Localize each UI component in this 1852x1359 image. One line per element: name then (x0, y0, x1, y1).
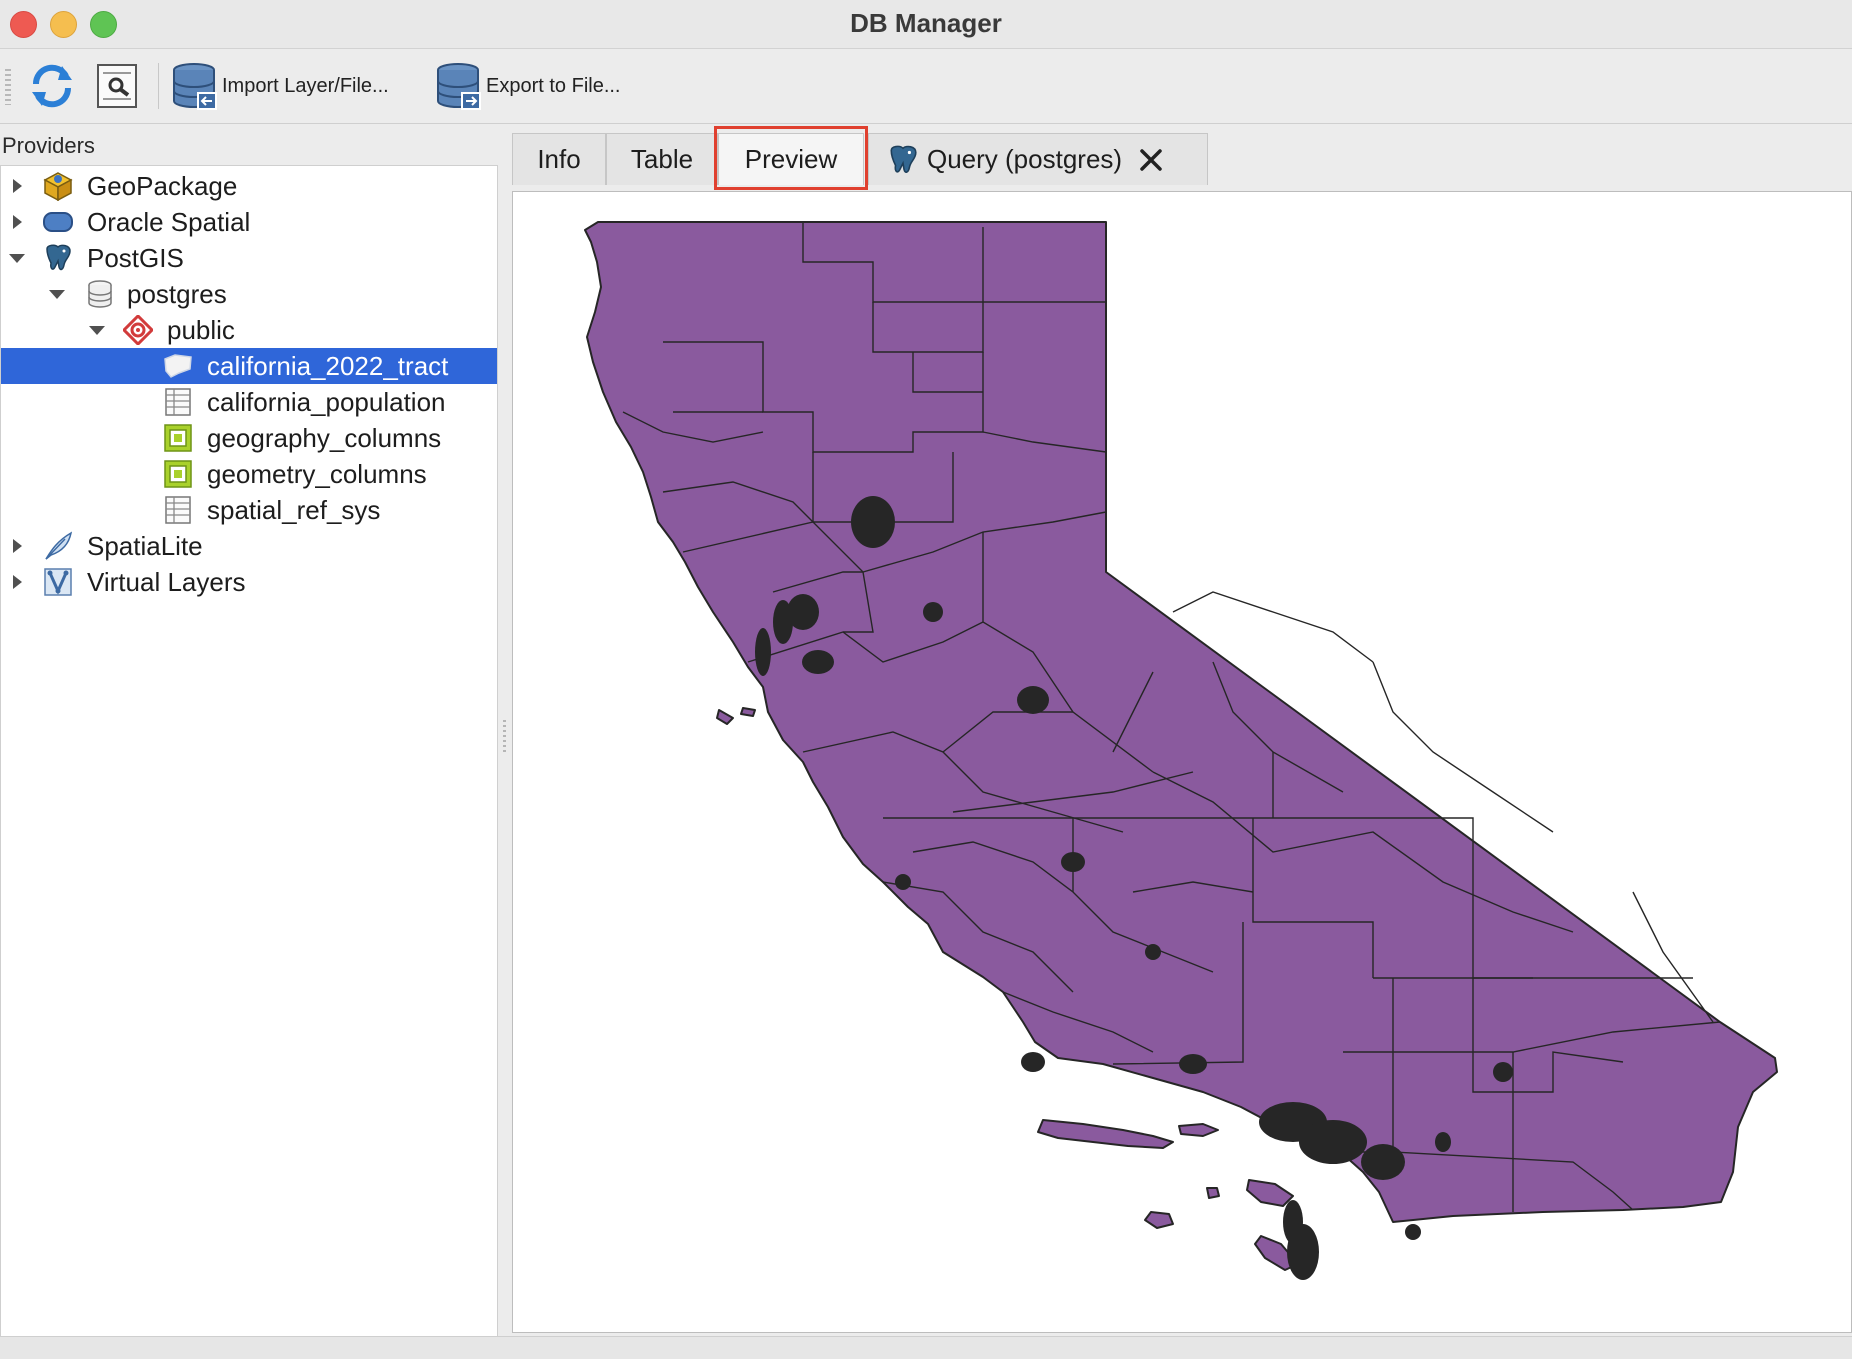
tree-item-label: Virtual Layers (87, 567, 246, 597)
tree-item-label: california_population (207, 387, 446, 417)
tab-info[interactable]: Info (512, 133, 606, 185)
table-icon (165, 388, 191, 416)
table-icon (165, 496, 191, 524)
sql-window-button[interactable] (96, 61, 138, 111)
export-database-icon (437, 63, 481, 110)
window-title: DB Manager (850, 8, 1002, 38)
refresh-button[interactable] (28, 61, 76, 111)
tab-query-postgres[interactable]: Query (postgres) (868, 133, 1208, 185)
tree-item-label: geography_columns (207, 423, 442, 453)
spatialite-feather-icon (45, 531, 73, 560)
database-icon (88, 280, 112, 308)
tree-item-postgres[interactable]: postgres (1, 276, 497, 312)
virtual-layer-icon (44, 568, 72, 596)
tree-item-label: spatial_ref_sys (207, 495, 381, 525)
tree-item-label: GeoPackage (87, 171, 238, 201)
providers-heading: Providers (2, 133, 95, 158)
preview-tab-highlight (714, 126, 868, 190)
tab-table[interactable]: Table (606, 133, 718, 185)
import-layer-label: Import Layer/File... (222, 74, 389, 97)
sql-window-icon (97, 64, 137, 108)
oracle-icon (43, 212, 73, 232)
refresh-icon (32, 64, 72, 108)
tree-item-public-schema[interactable]: public (1, 312, 497, 348)
tree-item-virtual-layers[interactable]: Virtual Layers (1, 564, 497, 600)
expand-arrow-icon[interactable] (13, 215, 22, 229)
toolbar: Import Layer/File... Export to File... (0, 49, 1852, 124)
export-to-file-label: Export to File... (486, 74, 621, 97)
import-layer-button[interactable]: Import Layer/File... (172, 61, 389, 111)
polygon-layer-icon (164, 354, 192, 378)
view-icon (164, 460, 192, 488)
collapse-arrow-icon[interactable] (89, 326, 105, 335)
status-bar (0, 1336, 1852, 1359)
california-tract-map (584, 221, 1778, 1280)
import-database-icon (173, 63, 217, 110)
tree-item-geopackage[interactable]: GeoPackage (1, 168, 497, 204)
panel-splitter[interactable] (503, 720, 506, 754)
tab-label: Table (630, 144, 694, 174)
export-to-file-button[interactable]: Export to File... (436, 61, 621, 111)
providers-tree[interactable]: GeoPackage Oracle Spatial PostGIS postgr… (0, 165, 498, 1339)
tab-label: Info (537, 144, 581, 174)
collapse-arrow-icon[interactable] (9, 254, 25, 263)
collapse-arrow-icon[interactable] (49, 290, 65, 299)
toolbar-grip[interactable] (5, 69, 11, 105)
tree-item-postgis[interactable]: PostGIS (1, 240, 497, 276)
tree-item-geometry-columns[interactable]: geometry_columns (1, 456, 497, 492)
tree-item-spatial-ref-sys[interactable]: spatial_ref_sys (1, 492, 497, 528)
schema-icon (123, 315, 153, 345)
tree-item-label: SpatiaLite (87, 531, 203, 561)
tree-item-geography-columns[interactable]: geography_columns (1, 420, 497, 456)
preview-map-canvas[interactable] (512, 191, 1852, 1333)
tree-item-label: postgres (127, 279, 227, 309)
close-tab-icon[interactable] (1138, 147, 1164, 173)
expand-arrow-icon[interactable] (13, 539, 22, 553)
tree-item-label: Oracle Spatial (87, 207, 251, 237)
tree-item-oracle-spatial[interactable]: Oracle Spatial (1, 204, 497, 240)
title-bar: DB Manager (0, 0, 1852, 49)
tab-label: Query (postgres) (927, 144, 1123, 174)
geopackage-icon (43, 172, 73, 201)
tree-item-california-population[interactable]: california_population (1, 384, 497, 420)
tree-item-california-2022-tract[interactable]: california_2022_tract (1, 348, 497, 384)
tree-item-label: california_2022_tract (207, 351, 449, 381)
tree-item-spatialite[interactable]: SpatiaLite (1, 528, 497, 564)
expand-arrow-icon[interactable] (13, 179, 22, 193)
expand-arrow-icon[interactable] (13, 575, 22, 589)
view-icon (164, 424, 192, 452)
postgis-elephant-icon (890, 145, 917, 173)
postgis-elephant-icon (46, 244, 71, 271)
tree-item-label: geometry_columns (207, 459, 427, 489)
tree-item-label: public (167, 315, 235, 345)
tree-item-label: PostGIS (87, 243, 184, 273)
toolbar-separator (158, 63, 159, 109)
